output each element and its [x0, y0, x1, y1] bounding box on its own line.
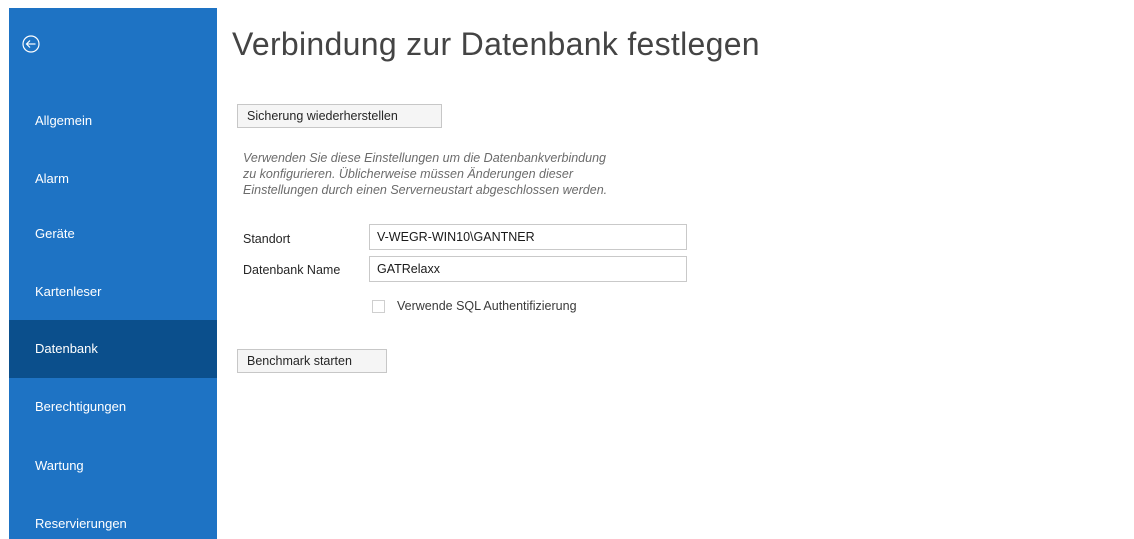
benchmark-start-button[interactable]: Benchmark starten [237, 349, 387, 373]
page-title: Verbindung zur Datenbank festlegen [232, 26, 760, 62]
sidebar-item-label: Datenbank [35, 341, 98, 356]
back-button[interactable] [21, 34, 41, 54]
description-line: Einstellungen durch einen Serverneustart… [243, 183, 608, 197]
sidebar-item-berechtigungen[interactable]: Berechtigungen [9, 378, 217, 436]
sidebar-item-alarm[interactable]: Alarm [9, 150, 217, 208]
description-line: Verwenden Sie diese Einstellungen um die… [243, 151, 606, 165]
app-window: Allgemein Alarm Geräte Kartenleser Daten… [0, 0, 1134, 539]
standort-label: Standort [243, 232, 291, 246]
database-name-input[interactable] [369, 256, 687, 282]
sidebar-item-geraete[interactable]: Geräte [9, 205, 217, 263]
content-area: Verbindung zur Datenbank festlegen Siche… [217, 8, 1134, 539]
sql-auth-label: Verwende SQL Authentifizierung [397, 299, 577, 313]
sidebar-item-datenbank[interactable]: Datenbank [9, 320, 217, 378]
description-text: Verwenden Sie diese Einstellungen um die… [243, 150, 713, 198]
description-line: zu konfigurieren. Üblicherweise müssen Ä… [243, 167, 574, 181]
sidebar-item-label: Wartung [35, 458, 84, 473]
restore-backup-button[interactable]: Sicherung wiederherstellen [237, 104, 442, 128]
sidebar-item-label: Alarm [35, 171, 69, 186]
sidebar-item-wartung[interactable]: Wartung [9, 437, 217, 495]
sidebar-item-allgemein[interactable]: Allgemein [9, 92, 217, 150]
sidebar-item-label: Geräte [35, 226, 75, 241]
checkbox-box[interactable] [372, 300, 385, 313]
database-name-label: Datenbank Name [243, 263, 341, 277]
sidebar-item-kartenleser[interactable]: Kartenleser [9, 263, 217, 321]
sidebar: Allgemein Alarm Geräte Kartenleser Daten… [9, 8, 217, 539]
back-arrow-circle-icon [22, 35, 40, 53]
sidebar-item-reservierungen[interactable]: Reservierungen [9, 495, 217, 539]
standort-input[interactable] [369, 224, 687, 250]
sidebar-item-label: Allgemein [35, 113, 93, 128]
sidebar-item-label: Berechtigungen [35, 399, 127, 414]
sidebar-item-label: Kartenleser [35, 284, 102, 299]
sidebar-item-label: Reservierungen [35, 516, 127, 531]
